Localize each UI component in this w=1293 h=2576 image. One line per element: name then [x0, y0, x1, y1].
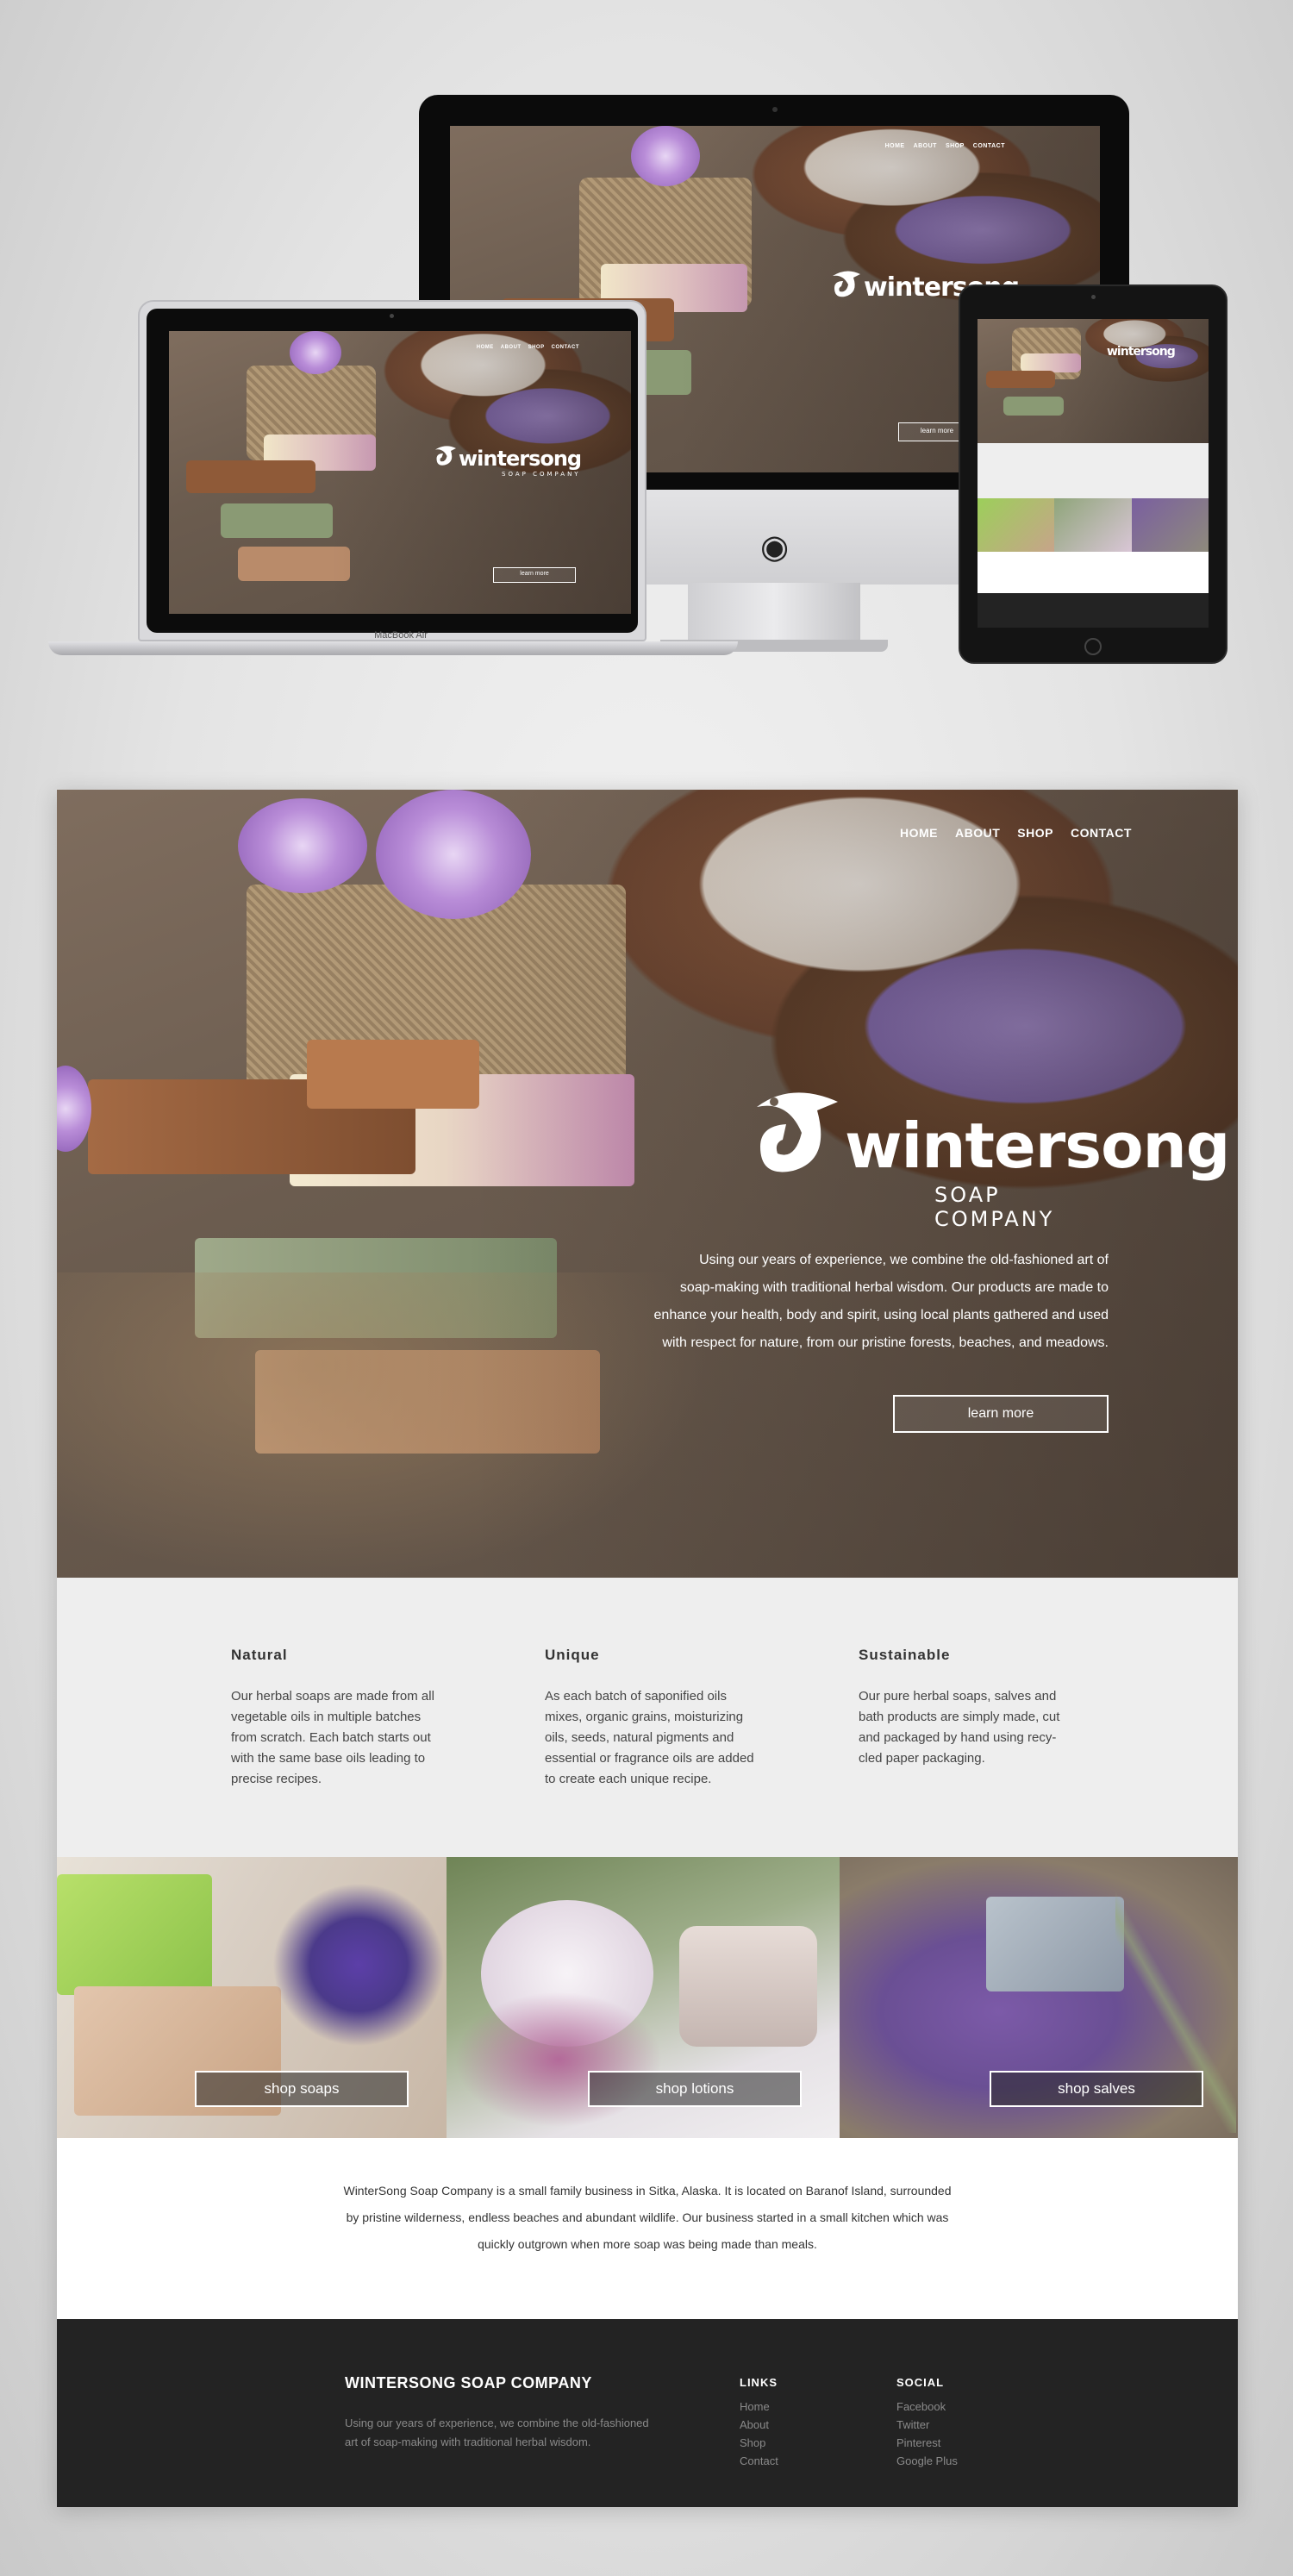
about-section: WinterSong Soap Company is a small famil…: [57, 2138, 1238, 2319]
feature-text: As each batch of saponified oils mixes, …: [545, 1689, 754, 1786]
footer-description: Using our years of experience, we combin…: [345, 2417, 649, 2448]
footer-link-google-plus[interactable]: Google Plus: [896, 2452, 958, 2470]
shop-soaps-button[interactable]: shop soaps: [195, 2071, 409, 2107]
shop-tiles: shop soaps shop lotions shop salves: [57, 1857, 1238, 2138]
laptop-mockup: HOME ABOUT SHOP CONTACT wintersong SOAP …: [138, 300, 646, 641]
ipad-logo: wintersong: [1107, 345, 1176, 359]
footer-link-facebook[interactable]: Facebook: [896, 2398, 958, 2416]
footer-link-about[interactable]: About: [740, 2416, 778, 2434]
ipad-camera: [1091, 295, 1096, 299]
footer-link-home[interactable]: Home: [740, 2398, 778, 2416]
laptop-learn-more-button[interactable]: learn more: [493, 567, 576, 583]
feature-title: Sustainable: [859, 1647, 951, 1663]
feature-text: Our pure herbal soaps, salves and bath p…: [859, 1689, 1060, 1766]
laptop-logo: wintersong SOAP COMPANY: [433, 443, 588, 491]
hero-section: HOME ABOUT SHOP CONTACT wintersong SOAP …: [57, 790, 1238, 1578]
laptop-screen: HOME ABOUT SHOP CONTACT wintersong SOAP …: [169, 331, 631, 614]
laptop-nav-about[interactable]: ABOUT: [501, 345, 522, 350]
ipad-screen: wintersong: [978, 319, 1209, 628]
laptop-nav-home[interactable]: HOME: [477, 345, 494, 350]
laptop-nav-shop[interactable]: SHOP: [528, 345, 545, 350]
imac-camera: [772, 107, 778, 112]
apple-icon: ◉: [760, 528, 790, 566]
imac-nav-contact[interactable]: CONTACT: [973, 143, 1005, 149]
site-footer: WINTERSONG SOAP COMPANY Using our years …: [57, 2319, 1238, 2507]
about-text: WinterSong Soap Company is a small famil…: [343, 2184, 952, 2251]
website-preview: HOME ABOUT SHOP CONTACT wintersong SOAP …: [57, 790, 1238, 2507]
shop-salves-button[interactable]: shop salves: [990, 2071, 1203, 2107]
feature-text: Our herbal soaps are made from all veget…: [231, 1689, 434, 1786]
nav-contact[interactable]: CONTACT: [1071, 826, 1132, 840]
brand-logo: wintersong SOAP COMPANY: [748, 1081, 1230, 1231]
laptop-base: [48, 641, 738, 655]
imac-nav-shop[interactable]: SHOP: [946, 143, 965, 149]
footer-links: LINKS Home About Shop Contact: [740, 2376, 778, 2470]
nav-home[interactable]: HOME: [900, 826, 938, 840]
footer-link-twitter[interactable]: Twitter: [896, 2416, 958, 2434]
imac-nav-about[interactable]: ABOUT: [914, 143, 937, 149]
laptop-nav-contact[interactable]: CONTACT: [552, 345, 579, 350]
laptop-camera: [390, 314, 394, 318]
footer-links-title: LINKS: [740, 2376, 778, 2389]
footer-social: SOCIAL Facebook Twitter Pinterest Google…: [896, 2376, 958, 2470]
ipad-mockup: wintersong: [959, 284, 1227, 664]
footer-link-pinterest[interactable]: Pinterest: [896, 2434, 958, 2452]
footer-link-shop[interactable]: Shop: [740, 2434, 778, 2452]
nav-about[interactable]: ABOUT: [955, 826, 1000, 840]
features-section: Natural Our herbal soaps are made from a…: [57, 1578, 1238, 1857]
footer-link-contact[interactable]: Contact: [740, 2452, 778, 2470]
hero-description: Using our years of experience, we combin…: [653, 1253, 1109, 1350]
learn-more-button[interactable]: learn more: [893, 1395, 1109, 1433]
tile-salves[interactable]: shop salves: [840, 1857, 1238, 2138]
ipad-home-button: [1084, 638, 1102, 655]
feature-title: Natural: [231, 1647, 288, 1663]
feature-title: Unique: [545, 1647, 600, 1663]
imac-stand: [688, 583, 860, 643]
feature-natural: Natural Our herbal soaps are made from a…: [231, 1647, 447, 1790]
swan-logo-icon: [757, 1092, 838, 1172]
nav-shop[interactable]: SHOP: [1017, 826, 1053, 840]
tile-lotions[interactable]: shop lotions: [447, 1857, 840, 2138]
feature-sustainable: Sustainable Our pure herbal soaps, salve…: [859, 1647, 1074, 1769]
feature-unique: Unique As each batch of saponified oils …: [545, 1647, 760, 1790]
tile-soaps[interactable]: shop soaps: [57, 1857, 447, 2138]
shop-lotions-button[interactable]: shop lotions: [588, 2071, 802, 2107]
laptop-model-label: MacBook Air: [374, 630, 428, 641]
imac-nav-home[interactable]: HOME: [885, 143, 905, 149]
footer-social-title: SOCIAL: [896, 2376, 945, 2389]
footer-title: WINTERSONG SOAP COMPANY: [345, 2374, 592, 2392]
